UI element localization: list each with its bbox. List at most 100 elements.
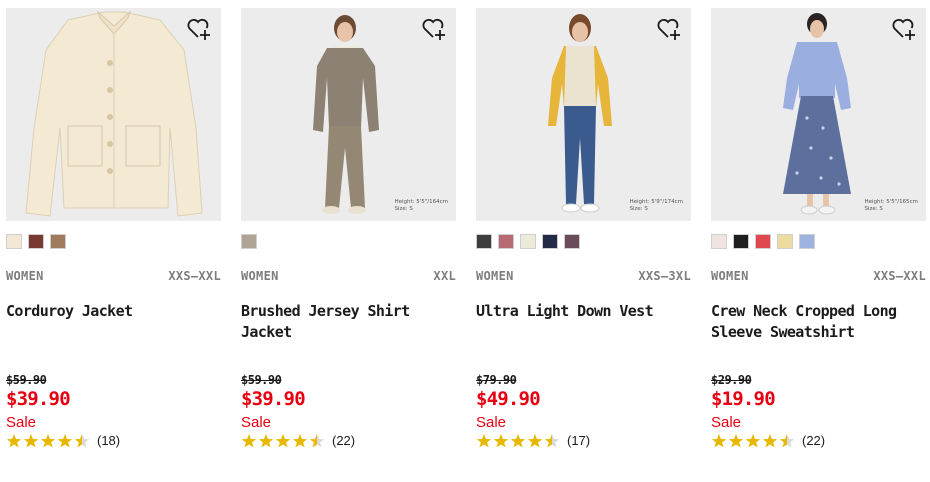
original-price: $59.90: [241, 373, 282, 387]
model-measurement: Height: 5'9"/174cm Size: S: [629, 199, 683, 213]
measure-size: Size: S: [864, 206, 883, 212]
measure-size: Size: S: [394, 206, 413, 212]
color-swatch[interactable]: [476, 234, 492, 249]
sale-flag: Sale: [6, 414, 37, 431]
color-swatch[interactable]: [28, 234, 44, 249]
star-icon: [309, 434, 325, 448]
color-swatch[interactable]: [799, 234, 815, 249]
star-icon: [6, 434, 22, 448]
product-meta: WOMEN XXS–3XL: [476, 269, 691, 283]
rating[interactable]: (22): [241, 433, 456, 448]
sale-price: $39.90: [241, 388, 306, 410]
category-label: WOMEN: [241, 269, 279, 283]
favorite-heart-plus-icon[interactable]: [421, 17, 447, 41]
star-icon: [74, 434, 90, 448]
star-icon: [544, 434, 560, 448]
star-rating: [241, 433, 325, 448]
star-icon: [510, 434, 526, 448]
color-swatch[interactable]: [241, 234, 257, 249]
sale-price: $49.90: [476, 388, 541, 410]
color-swatch[interactable]: [711, 234, 727, 249]
star-icon: [40, 434, 56, 448]
product-meta: WOMEN XXS–XXL: [711, 269, 926, 283]
rating[interactable]: (22): [711, 433, 926, 448]
size-range: XXS–XXL: [168, 269, 221, 283]
color-swatches: [476, 234, 691, 249]
sale-flag: Sale: [711, 414, 742, 431]
product-image[interactable]: Height: 5'5"/165cm Size: S: [711, 8, 926, 221]
product-image[interactable]: Height: 5'5"/164cm Size: S: [241, 8, 456, 221]
color-swatch[interactable]: [755, 234, 771, 249]
product-name[interactable]: Crew Neck Cropped Long Sleeve Sweatshirt: [711, 301, 926, 373]
sale-price: $39.90: [6, 388, 71, 410]
star-icon: [493, 434, 509, 448]
product-meta: WOMEN XXL: [241, 269, 456, 283]
star-icon: [275, 434, 291, 448]
star-icon: [258, 434, 274, 448]
star-icon: [745, 434, 761, 448]
star-icon: [241, 434, 257, 448]
color-swatch[interactable]: [777, 234, 793, 249]
star-icon: [527, 434, 543, 448]
measure-size: Size: S: [629, 206, 648, 212]
star-icon: [57, 434, 73, 448]
color-swatch[interactable]: [520, 234, 536, 249]
star-icon: [711, 434, 727, 448]
star-icon: [762, 434, 778, 448]
color-swatch[interactable]: [6, 234, 22, 249]
product-image[interactable]: Height: 5'9"/174cm Size: S: [476, 8, 691, 221]
star-icon: [779, 434, 795, 448]
category-label: WOMEN: [711, 269, 749, 283]
favorite-heart-plus-icon[interactable]: [656, 17, 682, 41]
original-price: $59.90: [6, 373, 47, 387]
color-swatches: [6, 234, 221, 249]
sale-flag: Sale: [241, 414, 272, 431]
color-swatch[interactable]: [498, 234, 514, 249]
color-swatches: [711, 234, 926, 249]
product-name[interactable]: Ultra Light Down Vest: [476, 301, 691, 373]
rating[interactable]: (18): [6, 433, 221, 448]
color-swatches: [241, 234, 456, 249]
color-swatch[interactable]: [542, 234, 558, 249]
model-measurement: Height: 5'5"/165cm Size: S: [864, 199, 918, 213]
product-card[interactable]: Height: 5'9"/174cm Size: S WOMEN XXS–3XL…: [476, 8, 691, 448]
product-name[interactable]: Corduroy Jacket: [6, 301, 221, 373]
product-card[interactable]: Height: 5'5"/164cm Size: S WOMEN XXL Bru…: [241, 8, 456, 448]
size-range: XXS–XXL: [873, 269, 926, 283]
sale-price: $19.90: [711, 388, 776, 410]
measure-height: Height: 5'9"/174cm: [629, 199, 683, 205]
product-grid: WOMEN XXS–XXL Corduroy Jacket $59.90 $39…: [6, 8, 926, 448]
color-swatch[interactable]: [564, 234, 580, 249]
star-icon: [292, 434, 308, 448]
star-icon: [23, 434, 39, 448]
measure-height: Height: 5'5"/165cm: [864, 199, 918, 205]
original-price: $29.90: [711, 373, 752, 387]
star-rating: [476, 433, 560, 448]
favorite-heart-plus-icon[interactable]: [186, 17, 212, 41]
sale-flag: Sale: [476, 414, 507, 431]
favorite-heart-plus-icon[interactable]: [891, 17, 917, 41]
product-meta: WOMEN XXS–XXL: [6, 269, 221, 283]
product-card[interactable]: Height: 5'5"/165cm Size: S WOMEN XXS–XXL…: [711, 8, 926, 448]
rating[interactable]: (17): [476, 433, 691, 448]
review-count: (18): [97, 433, 121, 448]
measure-height: Height: 5'5"/164cm: [394, 199, 448, 205]
color-swatch[interactable]: [733, 234, 749, 249]
star-rating: [6, 433, 90, 448]
product-name[interactable]: Brushed Jersey Shirt Jacket: [241, 301, 456, 373]
review-count: (22): [802, 433, 826, 448]
color-swatch[interactable]: [50, 234, 66, 249]
review-count: (17): [567, 433, 591, 448]
star-icon: [476, 434, 492, 448]
product-image[interactable]: [6, 8, 221, 221]
review-count: (22): [332, 433, 356, 448]
size-range: XXL: [433, 269, 456, 283]
star-rating: [711, 433, 795, 448]
model-measurement: Height: 5'5"/164cm Size: S: [394, 199, 448, 213]
category-label: WOMEN: [6, 269, 44, 283]
size-range: XXS–3XL: [638, 269, 691, 283]
star-icon: [728, 434, 744, 448]
original-price: $79.90: [476, 373, 517, 387]
product-card[interactable]: WOMEN XXS–XXL Corduroy Jacket $59.90 $39…: [6, 8, 221, 448]
category-label: WOMEN: [476, 269, 514, 283]
